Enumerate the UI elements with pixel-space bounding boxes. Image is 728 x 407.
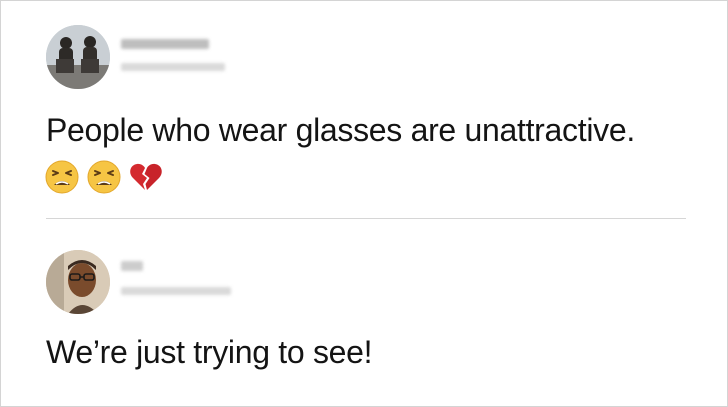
tweet-text: People who wear glasses are unattractive… [46, 112, 635, 148]
blurred-display-name [121, 39, 209, 49]
tired-face-emoji [45, 160, 79, 194]
blurred-display-name [121, 261, 143, 271]
emoji-row [44, 159, 164, 195]
tweet-text: We’re just trying to see! [46, 334, 373, 370]
tired-face-emoji [87, 160, 121, 194]
blurred-username [121, 287, 231, 295]
avatar-photo-icon [46, 25, 110, 89]
divider [46, 218, 686, 219]
blurred-username [121, 63, 225, 71]
avatar-photo-icon [46, 250, 110, 314]
broken-heart-emoji [130, 163, 162, 190]
avatar[interactable] [46, 250, 110, 314]
screenshot-frame: People who wear glasses are unattractive… [0, 0, 728, 407]
avatar[interactable] [46, 25, 110, 89]
